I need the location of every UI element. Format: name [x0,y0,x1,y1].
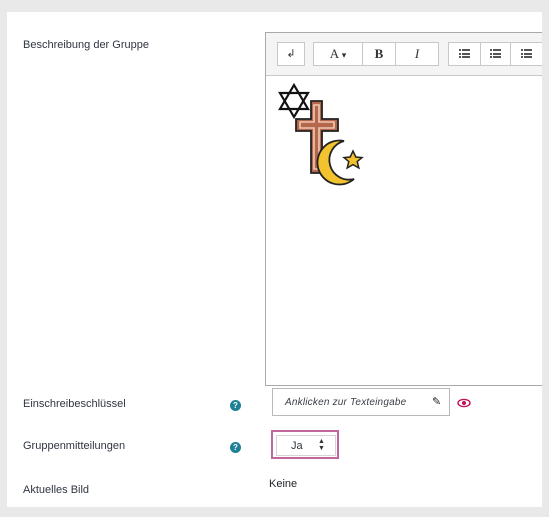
select-inner: Ja ▲ ▼ [276,435,336,456]
help-icon[interactable]: ? [230,400,241,411]
enrolment-key-label: Einschreibeschlüssel [23,398,126,410]
current-picture-value: Keine [269,478,298,490]
pencil-icon: ✎ [432,395,442,408]
star-of-david-icon [278,82,310,120]
current-picture-label: Aktuelles Bild [23,484,90,496]
enrolment-key-field[interactable]: Anklicken zur Texteingabe ✎ [272,388,450,416]
eye-icon[interactable] [457,398,471,408]
select-arrows-icon: ▲ ▼ [318,438,325,452]
bold-button[interactable]: B [363,43,396,65]
format-button-group: A ▾ B I [313,42,439,66]
numbered-list-icon [490,49,501,58]
bullet-list-icon [459,49,470,58]
editor-toolbar: ↲ A ▾ B I [266,33,542,76]
group-settings-form: Beschreibung der Gruppe ↲ A ▾ B I Einsch… [7,12,542,507]
bullet-list-button[interactable] [449,43,481,65]
help-icon[interactable]: ? [230,442,241,453]
undo-icon[interactable]: ↲ [277,42,305,66]
group-messaging-label: Gruppenmitteilungen [23,440,126,452]
description-label: Beschreibung der Gruppe [23,39,149,51]
align-icon [520,49,532,58]
group-messaging-value: Ja [291,440,303,452]
description-editor[interactable]: ↲ A ▾ B I [265,32,542,386]
font-menu-button[interactable]: A ▾ [314,43,363,65]
italic-button[interactable]: I [396,43,438,65]
numbered-list-button[interactable] [481,43,511,65]
enrolment-key-placeholder: Anklicken zur Texteingabe [285,397,407,408]
interfaith-symbols-image [278,82,364,186]
group-messaging-select[interactable]: Ja ▲ ▼ [271,430,339,459]
crescent-star-icon [316,139,364,186]
chevron-down-icon: ▾ [341,51,347,61]
list-button-group [448,42,542,66]
font-label: A [329,46,339,61]
align-button[interactable] [511,43,541,65]
